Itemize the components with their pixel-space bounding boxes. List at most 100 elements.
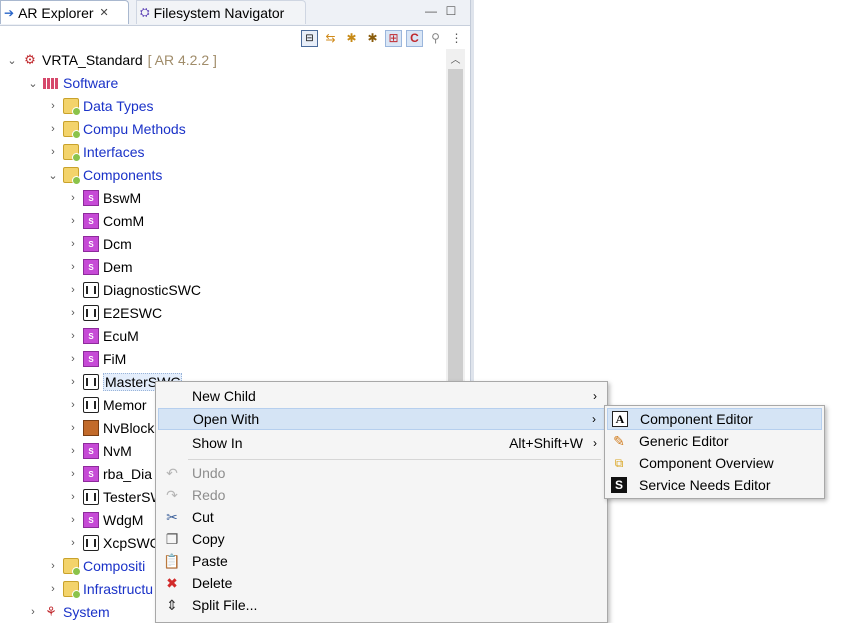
software-icon: [43, 77, 59, 89]
chevron-right-icon[interactable]: ›: [47, 100, 59, 112]
chevron-right-icon[interactable]: ›: [27, 606, 39, 618]
chevron-right-icon[interactable]: ›: [67, 215, 79, 227]
tab-ar-explorer[interactable]: ➔ AR Explorer ✕: [0, 0, 129, 24]
chevron-down-icon[interactable]: ⌄: [27, 77, 39, 90]
menu-item-paste[interactable]: 📋 Paste: [158, 550, 605, 572]
grid-icon[interactable]: ⊞: [385, 29, 402, 47]
tree-item-component[interactable]: › Memor: [67, 394, 147, 416]
menu-item-copy[interactable]: ❐ Copy: [158, 528, 605, 550]
menu-item-redo[interactable]: ↷ Redo: [158, 484, 605, 506]
tree-item-components[interactable]: ⌄ Components: [47, 164, 162, 186]
tree-label: E2ESWC: [103, 305, 163, 321]
collapse-all-icon[interactable]: ⊟: [301, 29, 318, 47]
filter-icon[interactable]: ✱: [343, 30, 360, 47]
tree-item-component[interactable]: › S FiM: [67, 348, 126, 370]
redo-icon: ↷: [166, 486, 178, 503]
folder-icon: [63, 581, 81, 599]
tree-item-compositions[interactable]: › Compositi: [47, 555, 145, 577]
tab-filesystem-navigator[interactable]: ⛭ Filesystem Navigator: [136, 0, 306, 24]
submenu-item-generic-editor[interactable]: ✎ Generic Editor: [607, 430, 822, 452]
view-menu-icon[interactable]: ⋮: [448, 30, 465, 47]
tree-label: DiagnosticSWC: [103, 282, 202, 298]
menu-item-show-in[interactable]: Show In Alt+Shift+W ›: [158, 432, 605, 454]
tree-item-interfaces[interactable]: › Interfaces: [47, 141, 144, 163]
tree-item-component[interactable]: › S ComM: [67, 210, 144, 232]
submenu-item-component-editor[interactable]: A Component Editor: [607, 408, 822, 430]
submenu-item-label: Component Editor: [640, 411, 753, 427]
tree-label: WdgM: [103, 512, 144, 528]
chevron-right-icon[interactable]: ›: [67, 330, 79, 342]
chevron-right-icon[interactable]: ›: [47, 146, 59, 158]
submenu-item-service-needs-editor[interactable]: S Service Needs Editor: [607, 474, 822, 496]
tree-item-component[interactable]: › DiagnosticSWC: [67, 279, 201, 301]
chevron-right-icon[interactable]: ›: [67, 284, 79, 296]
tree-label: Dem: [103, 259, 133, 275]
tree-item-compu-methods[interactable]: › Compu Methods: [47, 118, 186, 140]
submenu-item-component-overview[interactable]: ⧉ Component Overview: [607, 452, 822, 474]
chevron-right-icon[interactable]: ›: [67, 353, 79, 365]
minimize-icon[interactable]: —: [423, 3, 439, 19]
menu-separator: [188, 459, 601, 460]
chevron-right-icon[interactable]: ›: [67, 491, 79, 503]
chevron-right-icon[interactable]: ›: [67, 307, 79, 319]
chevron-right-icon[interactable]: ›: [67, 376, 79, 388]
chevron-right-icon[interactable]: ›: [47, 560, 59, 572]
tree-item-component[interactable]: › S EcuM: [67, 325, 139, 347]
chevron-down-icon[interactable]: ⌄: [6, 54, 18, 67]
project-icon: ⚙: [24, 52, 36, 67]
tree-item-component[interactable]: › S Dcm: [67, 233, 132, 255]
component-icon: S: [83, 259, 99, 275]
tree-label: Memor: [103, 397, 147, 413]
link-with-editor-icon[interactable]: ⇆: [322, 30, 339, 47]
menu-item-delete[interactable]: ✖ Delete: [158, 572, 605, 594]
tree-item-component[interactable]: › S BswM: [67, 187, 141, 209]
menu-item-split-file[interactable]: ⇕ Split File...: [158, 594, 605, 616]
chevron-right-icon[interactable]: ›: [67, 468, 79, 480]
tree-label: Compu Methods: [83, 121, 186, 137]
tree-item-component[interactable]: › S rba_Dia: [67, 463, 152, 485]
chevron-right-icon[interactable]: ›: [67, 192, 79, 204]
tree-item-component[interactable]: › S Dem: [67, 256, 133, 278]
chevron-right-icon[interactable]: ›: [67, 422, 79, 434]
ar-explorer-icon: ➔: [4, 5, 15, 20]
tree-item-component[interactable]: › S WdgM: [67, 509, 143, 531]
chevron-right-icon: ›: [593, 436, 597, 450]
refresh-icon[interactable]: C: [406, 29, 423, 47]
chevron-right-icon[interactable]: ›: [67, 261, 79, 273]
tree-item-component[interactable]: › XcpSWC: [67, 532, 160, 554]
menu-item-cut[interactable]: ✂ Cut: [158, 506, 605, 528]
satellite-icon[interactable]: ⚲: [427, 30, 444, 47]
tree-item-system[interactable]: › ⚘ System: [27, 601, 110, 623]
chevron-right-icon[interactable]: ›: [67, 238, 79, 250]
tree-item-component[interactable]: › E2ESWC: [67, 302, 162, 324]
chevron-right-icon[interactable]: ›: [47, 123, 59, 135]
menu-item-label: Undo: [192, 465, 226, 481]
chevron-right-icon[interactable]: ›: [67, 445, 79, 457]
tree-item-component[interactable]: › S NvM: [67, 440, 132, 462]
chevron-right-icon[interactable]: ›: [67, 399, 79, 411]
tree-label: EcuM: [103, 328, 139, 344]
tree-label: NvBlock: [103, 420, 155, 436]
maximize-icon[interactable]: ☐: [443, 3, 459, 19]
menu-item-new-child[interactable]: New Child ›: [158, 385, 605, 407]
menu-item-open-with[interactable]: Open With ›: [158, 408, 605, 430]
chevron-right-icon[interactable]: ›: [67, 537, 79, 549]
component-editor-icon: A: [612, 411, 628, 427]
scroll-up-icon[interactable]: ︿: [446, 49, 465, 67]
chevron-right-icon[interactable]: ›: [47, 583, 59, 595]
menu-item-label: Delete: [192, 575, 233, 591]
chevron-right-icon[interactable]: ›: [67, 514, 79, 526]
submenu-item-label: Service Needs Editor: [639, 477, 771, 493]
tree-item-component[interactable]: › TesterSW: [67, 486, 164, 508]
tree-item-infrastructure[interactable]: › Infrastructu: [47, 578, 153, 600]
tree-item-project[interactable]: ⌄ ⚙ VRTA_Standard [ AR 4.2.2 ]: [6, 49, 217, 71]
filter-alt-icon[interactable]: ✱: [364, 30, 381, 47]
tree-item-software[interactable]: ⌄ Software: [27, 72, 118, 94]
folder-icon: [63, 98, 81, 116]
chevron-down-icon[interactable]: ⌄: [47, 169, 59, 182]
menu-item-undo[interactable]: ↶ Undo: [158, 462, 605, 484]
close-icon[interactable]: ✕: [100, 6, 109, 19]
scrollbar-thumb[interactable]: [448, 69, 463, 389]
tree-item-component[interactable]: › NvBlock: [67, 417, 154, 439]
tree-item-data-types[interactable]: › Data Types: [47, 95, 154, 117]
